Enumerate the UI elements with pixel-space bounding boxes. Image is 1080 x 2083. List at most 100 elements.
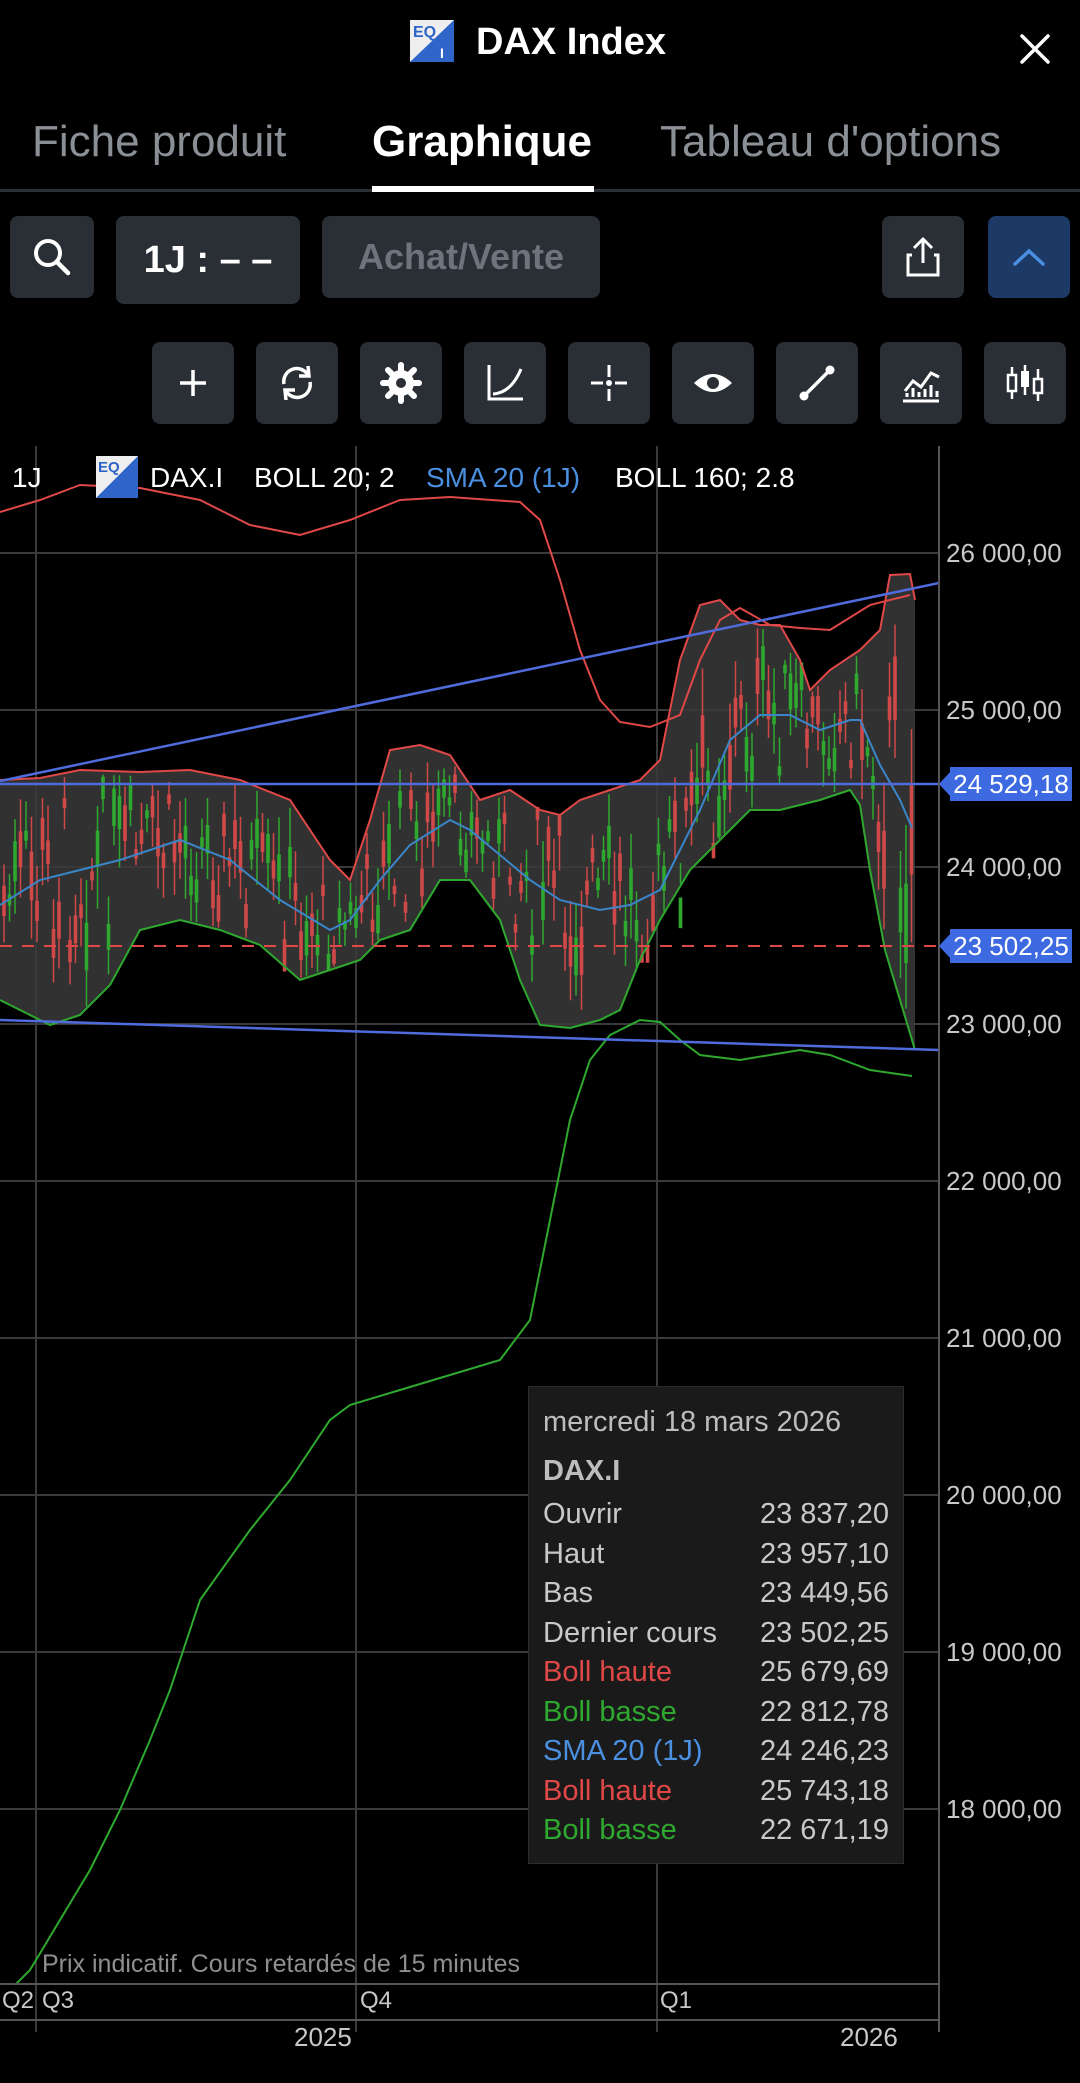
gear-icon bbox=[380, 362, 422, 404]
candle-body bbox=[123, 805, 127, 842]
candle-body bbox=[805, 728, 809, 749]
search-button[interactable] bbox=[10, 216, 94, 298]
tab-fiche-produit[interactable]: Fiche produit bbox=[32, 112, 286, 172]
candle-body bbox=[458, 838, 463, 856]
candle-style-button[interactable] bbox=[984, 342, 1066, 424]
candle-body bbox=[563, 932, 567, 949]
candle-body bbox=[46, 840, 50, 865]
candle-body bbox=[596, 877, 600, 891]
refresh-button[interactable] bbox=[256, 342, 338, 424]
candle-body bbox=[370, 919, 375, 932]
tooltip-date: mercredi 18 mars 2026 bbox=[543, 1406, 842, 1438]
collapse-button[interactable] bbox=[988, 216, 1070, 298]
tooltip-row-value: 23 449,56 bbox=[759, 1577, 889, 1609]
candle-body bbox=[821, 741, 826, 756]
candle-body bbox=[447, 797, 452, 806]
candle-body bbox=[73, 915, 78, 944]
indicators-button[interactable] bbox=[880, 342, 962, 424]
legend-sma-20[interactable]: SMA 20 (1J) bbox=[426, 462, 580, 493]
tab-graphique[interactable]: Graphique bbox=[372, 112, 592, 172]
candle-body bbox=[871, 775, 875, 790]
visibility-button[interactable] bbox=[672, 342, 754, 424]
tooltip-row-value: 25 679,69 bbox=[759, 1656, 889, 1688]
candle-body bbox=[530, 935, 534, 955]
candle-body bbox=[403, 901, 408, 913]
candle-body bbox=[266, 833, 270, 863]
candle-body bbox=[832, 747, 837, 772]
active-tab-indicator bbox=[372, 186, 594, 192]
candle-body bbox=[216, 895, 221, 922]
candle-body bbox=[233, 820, 237, 850]
add-button[interactable] bbox=[152, 342, 234, 424]
candle-body bbox=[145, 810, 149, 819]
share-button[interactable] bbox=[882, 216, 964, 298]
candle-body bbox=[398, 790, 402, 808]
candle-body bbox=[607, 825, 611, 859]
candle-body bbox=[519, 880, 523, 893]
legend-boll-20[interactable]: BOLL 20; 2 bbox=[254, 462, 395, 493]
candle-body bbox=[442, 779, 446, 798]
candle-body bbox=[95, 830, 100, 867]
tooltip-row: SMA 20 (1J) 24 246,23 bbox=[543, 1732, 889, 1772]
candle-body bbox=[673, 800, 677, 833]
candle-body bbox=[387, 823, 391, 864]
bollinger-20-band-fill bbox=[0, 574, 915, 1050]
candle-body bbox=[321, 884, 325, 896]
candle-body bbox=[684, 797, 688, 811]
svg-text:EQ: EQ bbox=[413, 24, 436, 41]
buy-sell-button[interactable]: Achat/Vente bbox=[322, 216, 600, 298]
candle-body bbox=[101, 776, 105, 800]
tooltip-row-value: 23 502,25 bbox=[759, 1616, 889, 1649]
candle-body bbox=[436, 788, 441, 816]
candle-body bbox=[601, 849, 606, 862]
interval-selector[interactable]: 1J : – – bbox=[116, 216, 300, 304]
crosshair-button[interactable] bbox=[568, 342, 650, 424]
tooltip-row-label: Dernier cours bbox=[543, 1616, 718, 1649]
y-axis-label: 19 000,00 bbox=[946, 1637, 1062, 1667]
candle-body bbox=[365, 854, 369, 870]
candle-body bbox=[29, 851, 34, 901]
candle-body bbox=[865, 747, 870, 757]
candle-body bbox=[40, 817, 45, 850]
candle-body bbox=[288, 846, 292, 878]
chevron-up-icon bbox=[1013, 248, 1045, 266]
y-axis-label: 24 000,00 bbox=[946, 852, 1062, 882]
candle-body bbox=[854, 673, 859, 695]
tooltip-row-value: 22 671,19 bbox=[759, 1814, 889, 1846]
chart-type-button[interactable] bbox=[464, 342, 546, 424]
close-icon[interactable] bbox=[1012, 26, 1058, 72]
candle-body bbox=[893, 656, 897, 720]
candle-body bbox=[772, 702, 776, 725]
draw-line-button[interactable] bbox=[776, 342, 858, 424]
legend-boll-160[interactable]: BOLL 160; 2.8 bbox=[615, 462, 795, 493]
settings-button[interactable] bbox=[360, 342, 442, 424]
tooltip-row-label: Ouvrir bbox=[543, 1498, 622, 1530]
candle-body bbox=[700, 715, 705, 768]
last-price-text: 23 502,25 bbox=[953, 931, 1069, 961]
candle-body bbox=[464, 849, 468, 873]
eye-icon bbox=[694, 374, 732, 392]
tooltip-row: Ouvrir 23 837,20 bbox=[543, 1495, 889, 1535]
candle-body bbox=[882, 830, 886, 889]
y-axis-label: 25 000,00 bbox=[946, 695, 1062, 725]
candle-body bbox=[425, 792, 430, 823]
candle-body bbox=[634, 920, 639, 942]
candle-body bbox=[189, 875, 193, 896]
candle-body bbox=[24, 830, 28, 841]
resistance-price-text: 24 529,18 bbox=[953, 769, 1069, 799]
tooltip-row: Boll basse 22 812,78 bbox=[543, 1693, 889, 1733]
candle-body bbox=[695, 777, 699, 804]
tab-tableau-options[interactable]: Tableau d'options bbox=[660, 112, 1001, 172]
candle-body bbox=[249, 840, 254, 860]
candle-body bbox=[568, 936, 573, 967]
indicator-icon bbox=[903, 371, 940, 403]
candle-body bbox=[200, 837, 204, 848]
candle-body bbox=[84, 922, 89, 971]
x-label-q4: Q4 bbox=[360, 1987, 392, 2014]
candle-body bbox=[733, 697, 738, 728]
candle-body bbox=[18, 831, 23, 868]
candle-body bbox=[260, 832, 265, 853]
tooltip-row-value: 24 246,23 bbox=[759, 1735, 889, 1767]
tooltip-row-value: 23 837,20 bbox=[759, 1498, 889, 1530]
candle-body bbox=[205, 824, 210, 854]
